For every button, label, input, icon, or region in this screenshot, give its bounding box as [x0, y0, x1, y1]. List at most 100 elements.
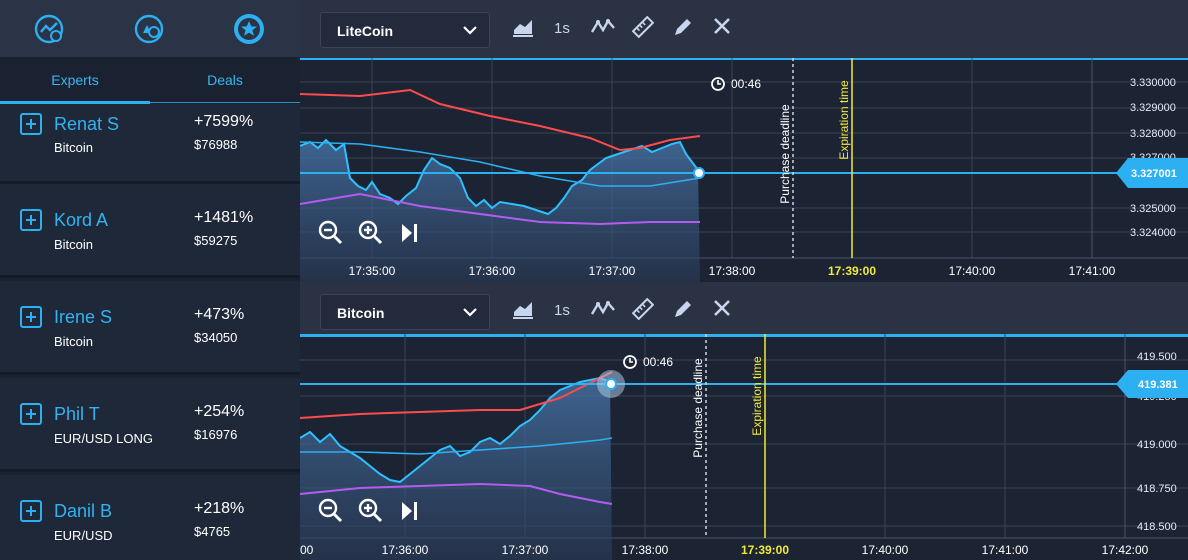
close-icon[interactable] [712, 298, 732, 318]
countdown-timer: 00:46 [731, 77, 761, 91]
zoom-in-icon[interactable] [358, 220, 384, 246]
purchase-deadline-label: Purchase deadline [778, 104, 792, 204]
time-tick: 17:41:00 [1069, 264, 1116, 278]
chart-bitcoin: Bitcoin 1s Purchase deadline Expiration … [300, 282, 1188, 560]
asset-select[interactable]: Bitcoin [320, 294, 490, 330]
expert-row[interactable]: Danil B EUR/USD +218% $4765 [0, 475, 300, 560]
ruler-icon[interactable] [632, 16, 654, 38]
indicators-icon[interactable] [590, 16, 616, 38]
price-chart[interactable]: Purchase deadline Expiration time 00:46 … [300, 334, 1188, 560]
time-tick: 17:40:00 [949, 264, 996, 278]
interval-button[interactable]: 1s [554, 302, 570, 319]
expert-asset: EUR/USD [54, 528, 113, 543]
price-tick: 419.500 [1137, 351, 1177, 363]
add-expert-button[interactable] [20, 306, 42, 328]
expert-percent: +218% [194, 500, 245, 517]
time-tick: 17:36:00 [382, 543, 429, 557]
panel-top-icons [0, 0, 300, 58]
tab-deals[interactable]: Deals [150, 58, 300, 104]
chart-toolbar: LiteCoin 1s [300, 0, 1188, 58]
time-tick: 17:41:00 [982, 543, 1029, 557]
current-price-label: 419.381 [1138, 379, 1178, 391]
current-price-label: 3.327001 [1131, 168, 1177, 180]
price-tick: 3.329000 [1130, 102, 1176, 114]
expert-asset: EUR/USD LONG [54, 431, 153, 446]
expert-asset: Bitcoin [54, 334, 94, 349]
expert-amount: $16976 [194, 427, 238, 442]
chart-type-icon[interactable] [512, 16, 534, 38]
price-tick: 418.500 [1137, 521, 1177, 533]
asset-select-value: Bitcoin [337, 305, 385, 321]
expert-percent: +7599% [194, 113, 254, 130]
expert-percent: +473% [194, 306, 245, 323]
zoom-out-icon[interactable] [318, 498, 344, 524]
add-expert-button[interactable] [20, 403, 42, 425]
time-tick: 17:38:00 [709, 264, 756, 278]
chart-type-icon[interactable] [512, 298, 534, 320]
expert-row[interactable]: Irene S Bitcoin +473% $34050 [0, 281, 300, 375]
price-tick: 419.000 [1137, 439, 1177, 451]
go-to-latest-icon[interactable] [400, 222, 420, 244]
pencil-icon[interactable] [672, 16, 694, 38]
star-badge-icon[interactable] [232, 12, 266, 46]
assets-icon[interactable] [132, 12, 166, 46]
add-expert-button[interactable] [20, 500, 42, 522]
expiration-time-label: Expiration time [750, 356, 764, 436]
expert-percent: +1481% [194, 209, 254, 226]
expert-name[interactable]: Kord A [54, 210, 108, 231]
asset-select-value: LiteCoin [337, 23, 393, 39]
expert-name[interactable]: Phil T [54, 404, 100, 425]
time-tick-expiration: 17:39:00 [741, 543, 789, 557]
price-tick: 3.324000 [1130, 227, 1176, 239]
chart-toolbar: Bitcoin 1s [300, 282, 1188, 340]
go-to-latest-icon[interactable] [400, 500, 420, 522]
expert-percent: +254% [194, 403, 245, 420]
expert-row[interactable]: Kord A Bitcoin +1481% $59275 [0, 184, 300, 278]
expert-row[interactable]: Renat S Bitcoin +7599% $76988 [0, 104, 300, 184]
interval-button[interactable]: 1s [554, 20, 570, 37]
time-tick: 17:36:00 [469, 264, 516, 278]
time-tick: 17:42:00 [1102, 543, 1149, 557]
time-tick: 17:35:00 [349, 264, 396, 278]
time-tick: 00 [300, 543, 314, 557]
expert-amount: $59275 [194, 233, 238, 248]
zoom-out-icon[interactable] [318, 220, 344, 246]
chevron-down-icon [463, 26, 477, 35]
time-tick: 17:40:00 [862, 543, 909, 557]
time-tick: 17:37:00 [502, 543, 549, 557]
expert-tabs: Experts Deals [0, 58, 300, 104]
expert-asset: Bitcoin [54, 237, 94, 252]
asset-select[interactable]: LiteCoin [320, 12, 490, 48]
price-tick: 3.328000 [1130, 128, 1176, 140]
zoom-in-icon[interactable] [358, 498, 384, 524]
time-tick: 17:37:00 [589, 264, 636, 278]
add-expert-button[interactable] [20, 209, 42, 231]
pencil-icon[interactable] [672, 298, 694, 320]
chart-litecoin: LiteCoin 1s Purchase deadline Expiration… [300, 0, 1188, 282]
price-tick: 3.330000 [1130, 77, 1176, 89]
expert-name[interactable]: Danil B [54, 501, 112, 522]
tab-divider [150, 102, 300, 103]
expert-name[interactable]: Irene S [54, 307, 112, 328]
price-chart[interactable]: Purchase deadline Expiration time 00:46 … [300, 58, 1188, 282]
close-icon[interactable] [712, 16, 732, 36]
expert-row[interactable]: Phil T EUR/USD LONG +254% $16976 [0, 378, 300, 472]
time-tick: 17:38:00 [622, 543, 669, 557]
expert-name[interactable]: Renat S [54, 114, 119, 135]
ruler-icon[interactable] [632, 298, 654, 320]
expert-amount: $76988 [194, 137, 238, 152]
experts-panel: Experts Deals Renat S Bitcoin +7599% $76… [0, 0, 300, 560]
countdown-timer: 00:46 [643, 355, 673, 369]
expiration-time-label: Expiration time [837, 80, 851, 160]
time-tick-expiration: 17:39:00 [828, 264, 876, 278]
chevron-down-icon [463, 308, 477, 317]
add-expert-button[interactable] [20, 113, 42, 135]
tab-experts[interactable]: Experts [0, 58, 150, 104]
indicators-icon[interactable] [590, 298, 616, 320]
price-tick: 418.750 [1137, 483, 1177, 495]
purchase-deadline-label: Purchase deadline [691, 358, 705, 458]
analytics-icon[interactable] [32, 12, 66, 46]
expert-amount: $34050 [194, 330, 238, 345]
price-tick: 3.325000 [1130, 203, 1176, 215]
expert-amount: $4765 [194, 524, 231, 539]
